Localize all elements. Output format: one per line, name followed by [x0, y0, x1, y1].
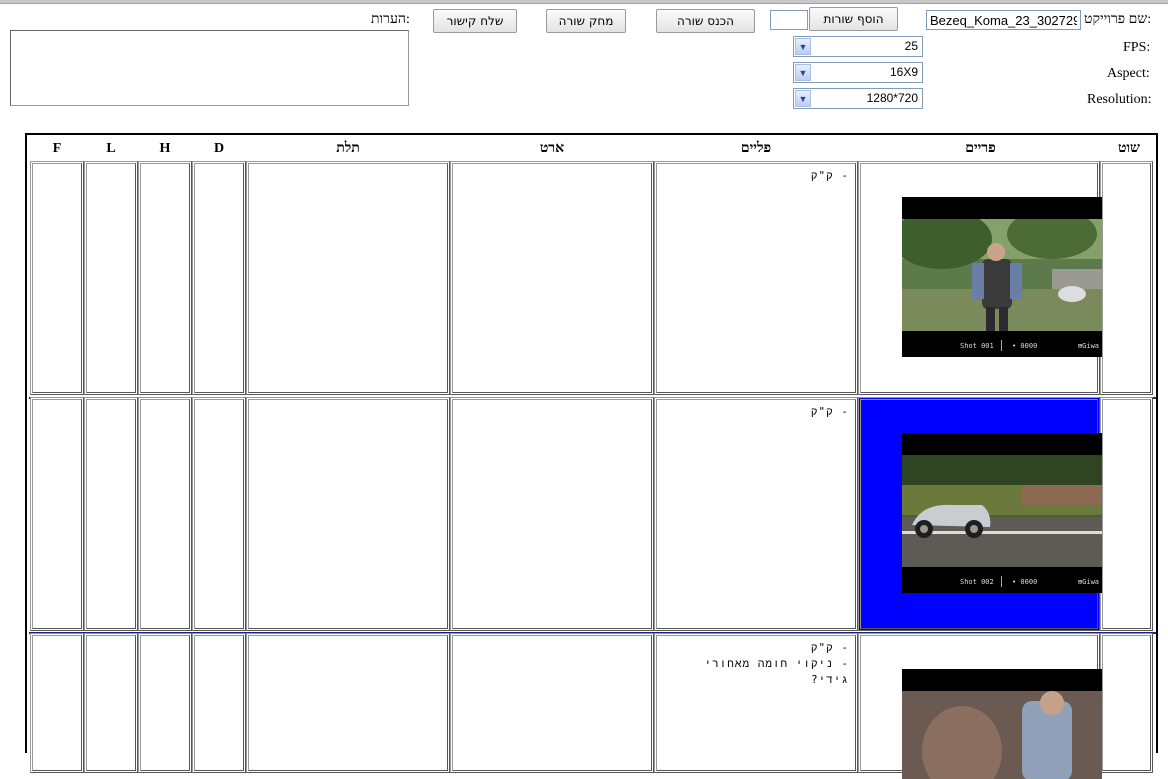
l-cell[interactable]: [84, 397, 138, 631]
studio-logo: ⊞Giwa: [1077, 342, 1099, 350]
project-name-label: שם פרוייקט:: [1084, 12, 1152, 27]
thumbnail-caption: Shot 002 • 0000 ⊞Giwa: [902, 574, 1102, 590]
resolution-select[interactable]: ▼ 1280*720: [793, 88, 923, 109]
column-header-d: D: [213, 141, 225, 156]
add-rows-count-input[interactable]: [770, 10, 808, 30]
art-cell[interactable]: [450, 633, 654, 773]
column-header-art: ארט: [539, 141, 565, 156]
frame-cell-selected[interactable]: Shot 002 • 0000 ⊞Giwa: [858, 397, 1102, 631]
column-header-l: L: [106, 141, 116, 156]
chevron-down-icon[interactable]: ▼: [795, 38, 811, 55]
art-cell[interactable]: [450, 397, 654, 631]
shot-number-label: Shot 001: [960, 342, 994, 350]
frame-thumbnail[interactable]: Shot 002 • 0000 ⊞Giwa: [902, 433, 1102, 593]
f-cell[interactable]: [30, 633, 84, 773]
plays-cell[interactable]: - ק"ק - ניקוי חומה מאחורי גידי?: [654, 633, 858, 773]
fps-select[interactable]: ▼ 25: [793, 36, 923, 57]
frame-cell[interactable]: [858, 633, 1102, 779]
caption-divider: [1001, 576, 1002, 587]
3d-cell[interactable]: [246, 397, 450, 631]
column-header-h: H: [159, 141, 171, 156]
caption-divider: [1001, 340, 1002, 351]
plays-cell[interactable]: - ק"ק: [654, 161, 858, 395]
timecode-label: • 0000: [1012, 342, 1038, 350]
resolution-label: Resolution:: [1087, 92, 1152, 107]
h-cell[interactable]: [138, 633, 192, 773]
chevron-down-icon[interactable]: ▼: [795, 64, 811, 81]
aspect-select[interactable]: ▼ 16X9: [793, 62, 923, 83]
column-header-f: F: [52, 141, 62, 156]
shot-cell[interactable]: [1100, 397, 1153, 631]
delete-row-button[interactable]: מחק שורה: [546, 9, 626, 33]
3d-cell[interactable]: [246, 161, 450, 395]
column-header-frame: פריים: [965, 141, 996, 156]
frame-cell[interactable]: Shot 001 • 0000 ⊞Giwa: [858, 161, 1102, 395]
insert-row-button[interactable]: הכנס שורה: [656, 9, 755, 33]
thumbnail-caption: Shot 001 • 0000 ⊞Giwa: [902, 338, 1102, 354]
f-cell[interactable]: [30, 161, 84, 395]
l-cell[interactable]: [84, 161, 138, 395]
resolution-value: 1280*720: [866, 91, 918, 105]
shot-cell[interactable]: [1100, 633, 1153, 773]
plays-cell[interactable]: - ק"ק: [654, 397, 858, 631]
plays-note: - ק"ק: [810, 405, 849, 418]
scene-people-image: [902, 691, 1102, 779]
l-cell[interactable]: [84, 633, 138, 773]
h-cell[interactable]: [138, 161, 192, 395]
column-header-plays: פליים: [740, 141, 772, 156]
timecode-label: • 0000: [1012, 578, 1038, 586]
column-header-shot: שוט: [1118, 141, 1140, 156]
plays-note: - ק"ק - ניקוי חומה מאחורי גידי?: [704, 641, 849, 686]
art-cell[interactable]: [450, 161, 654, 395]
f-cell[interactable]: [30, 397, 84, 631]
plays-note: - ק"ק: [810, 169, 849, 182]
notes-textarea[interactable]: [10, 30, 409, 106]
add-rows-button[interactable]: הוסף שורות: [809, 7, 898, 31]
aspect-label: Aspect:: [1107, 66, 1150, 81]
project-name-input[interactable]: [926, 10, 1081, 30]
shot-number-label: Shot 002: [960, 578, 994, 586]
chevron-down-icon[interactable]: ▼: [795, 90, 811, 107]
fps-value: 25: [904, 39, 918, 53]
h-cell[interactable]: [138, 397, 192, 631]
storyboard-table: שוט פריים פליים ארט תלת D H L F Shot 001…: [25, 133, 1158, 779]
send-link-button[interactable]: שלח קישור: [433, 9, 517, 33]
3d-cell[interactable]: [246, 633, 450, 773]
notes-label: הערות:: [371, 12, 410, 27]
scene-park-man-image: [902, 219, 1102, 331]
studio-logo: ⊞Giwa: [1077, 578, 1099, 586]
column-header-3d: תלת: [336, 141, 360, 156]
d-cell[interactable]: [192, 633, 246, 773]
d-cell[interactable]: [192, 161, 246, 395]
frame-thumbnail[interactable]: [902, 669, 1102, 779]
fps-label: FPS:: [1123, 40, 1151, 55]
frame-thumbnail[interactable]: Shot 001 • 0000 ⊞Giwa: [902, 197, 1102, 357]
scene-vintage-car-image: [902, 455, 1102, 567]
aspect-value: 16X9: [889, 65, 918, 79]
shot-cell[interactable]: [1100, 161, 1153, 395]
window-top-bar: [0, 0, 1168, 4]
d-cell[interactable]: [192, 397, 246, 631]
